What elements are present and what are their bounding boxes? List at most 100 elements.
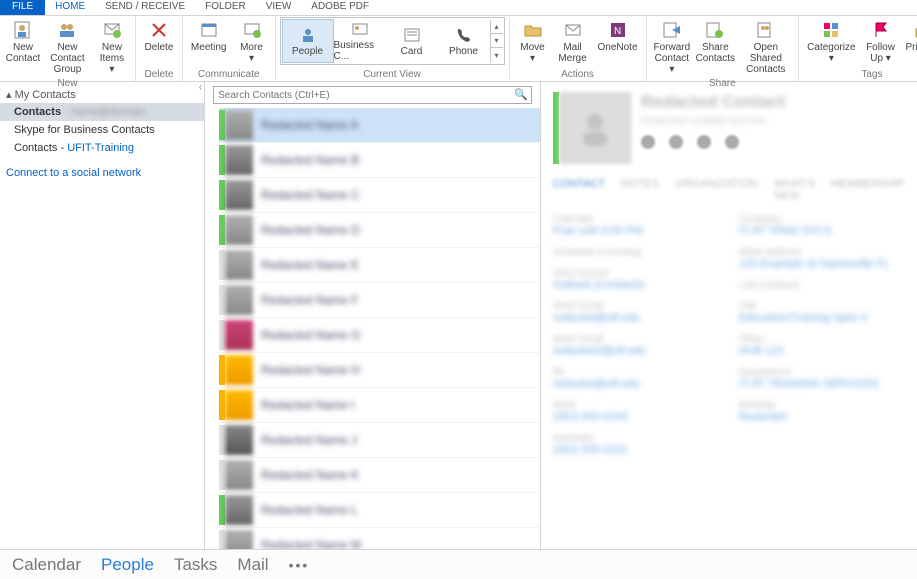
gallery-more[interactable]: ▾ <box>491 48 503 62</box>
contact-row[interactable]: Redacted Name H <box>219 353 540 388</box>
field-value: redacted@ufl.edu <box>553 378 719 390</box>
contact-row[interactable]: Redacted Name E <box>219 248 540 283</box>
search-icon[interactable]: 🔍 <box>514 88 528 101</box>
contact-row[interactable]: Redacted Name C <box>219 178 540 213</box>
tab-folder[interactable]: FOLDER <box>195 0 256 15</box>
card-action-call-icon[interactable] <box>697 135 711 149</box>
contact-name: Redacted Name L <box>261 503 358 517</box>
tab-adobe-pdf[interactable]: ADOBE PDF <box>301 0 379 15</box>
search-contacts-input[interactable] <box>213 86 532 104</box>
contact-card-pane: Redacted Contact Redacted subtitle text … <box>541 82 917 549</box>
tab-view[interactable]: VIEW <box>256 0 302 15</box>
group-delete-label: Delete <box>140 68 178 81</box>
contact-list-pane: 🔍 Redacted Name A Redacted Name B Redact… <box>205 82 541 549</box>
nav-mail[interactable]: Mail <box>237 555 268 575</box>
card-tab[interactable]: WHAT'S NEW <box>774 178 815 202</box>
group-communicate-label: Communicate <box>187 68 271 81</box>
card-field: Assistant(352) 555-0101 <box>553 433 719 456</box>
contact-row[interactable]: Redacted Name L <box>219 493 540 528</box>
search-contacts-wrap: 🔍 <box>213 86 532 104</box>
new-contact-button[interactable]: New Contact <box>4 18 42 77</box>
connect-social-link[interactable]: Connect to a social network <box>0 157 204 189</box>
gallery-arrows: ▴ ▾ ▾ <box>490 20 503 62</box>
field-value: (352) 555-0101 <box>553 444 719 456</box>
view-phone[interactable]: Phone <box>438 19 490 63</box>
contact-list[interactable]: Redacted Name A Redacted Name B Redacted… <box>205 108 540 549</box>
card-tab[interactable]: CONTACT <box>553 178 605 202</box>
field-label: Work Address <box>739 247 905 258</box>
nav-tasks[interactable]: Tasks <box>174 555 217 575</box>
card-field: TitleEducation/Training Spec II <box>739 301 905 324</box>
field-label: IM <box>553 367 719 378</box>
contact-row[interactable]: Redacted Name G <box>219 318 540 353</box>
gallery-down[interactable]: ▾ <box>491 34 503 48</box>
contact-row[interactable]: Redacted Name B <box>219 143 540 178</box>
field-value: IT-AT TRNG SVCS <box>739 225 905 237</box>
move-button[interactable]: Move ▾ <box>514 18 552 66</box>
card-tab[interactable]: ORGANIZATION <box>675 178 758 202</box>
contact-row[interactable]: Redacted Name I <box>219 388 540 423</box>
more-button[interactable]: More ▾ <box>233 18 271 66</box>
field-label: Company <box>739 214 905 225</box>
collapse-folder-pane[interactable]: ‹ <box>199 82 202 93</box>
contact-avatar <box>225 390 253 420</box>
nav-more[interactable]: ••• <box>289 557 310 573</box>
card-col-left: CalendarFree until 6:00 PMSchedule a mee… <box>553 214 719 466</box>
contact-avatar <box>225 495 253 525</box>
card-field: Schedule a meeting <box>553 247 719 258</box>
meeting-button[interactable]: Meeting <box>187 18 231 66</box>
card-field: CompanyIT-AT TRNG SVCS <box>739 214 905 237</box>
view-business-card[interactable]: Business C... <box>334 19 386 63</box>
nav-contacts[interactable]: Contacts - name@domain <box>0 103 204 121</box>
contact-row[interactable]: Redacted Name M <box>219 528 540 549</box>
private-button[interactable]: Private <box>902 18 917 66</box>
nav-calendar[interactable]: Calendar <box>12 555 81 575</box>
contact-avatar <box>225 460 253 490</box>
categorize-button[interactable]: Categorize ▾ <box>803 18 859 66</box>
tab-home[interactable]: HOME <box>45 0 95 15</box>
open-shared-contacts-button[interactable]: Open Shared Contacts <box>737 18 794 77</box>
new-contact-group-button[interactable]: New Contact Group <box>44 18 91 77</box>
card-action-video-icon[interactable] <box>725 135 739 149</box>
new-items-button[interactable]: New Items ▾ <box>93 18 131 77</box>
view-card[interactable]: Card <box>386 19 438 63</box>
mail-merge-button[interactable]: Mail Merge <box>554 18 592 66</box>
contact-row[interactable]: Redacted Name D <box>219 213 540 248</box>
my-contacts-header[interactable]: ▴ My Contacts <box>0 86 204 103</box>
card-field: DepartmentIT-AT TRAINING SERVICES <box>739 367 905 390</box>
contact-row[interactable]: Redacted Name A <box>219 108 540 143</box>
field-label: Link Contacts <box>739 280 905 291</box>
contact-row[interactable]: Redacted Name J <box>219 423 540 458</box>
open-shared-icon <box>756 20 776 40</box>
nav-contacts-ufit[interactable]: Contacts - UFIT-Training <box>0 139 204 157</box>
main-body: ‹ ▴ My Contacts Contacts - name@domain S… <box>0 82 917 549</box>
forward-contact-button[interactable]: Forward Contact ▾ <box>651 18 694 77</box>
share-contacts-button[interactable]: Share Contacts <box>695 18 735 77</box>
tab-send-receive[interactable]: SEND / RECEIVE <box>95 0 195 15</box>
business-card-icon <box>351 20 369 38</box>
card-action-email-icon[interactable] <box>641 135 655 149</box>
nav-skype-contacts[interactable]: Skype for Business Contacts <box>0 121 204 139</box>
delete-button[interactable]: Delete <box>140 18 178 55</box>
card-tab[interactable]: MEMBERSHIP <box>831 178 905 202</box>
view-people[interactable]: People <box>282 19 334 63</box>
contact-row[interactable]: Redacted Name K <box>219 458 540 493</box>
gallery-up[interactable]: ▴ <box>491 20 503 34</box>
contact-name: Redacted Name C <box>261 188 360 202</box>
group-actions: Move ▾ Mail Merge N OneNote Actions <box>510 16 647 81</box>
contact-row[interactable]: Redacted Name F <box>219 283 540 318</box>
new-contact-icon <box>13 20 33 40</box>
field-label: Assistant <box>553 433 719 444</box>
contact-name: Redacted Name D <box>261 223 360 237</box>
onenote-button[interactable]: N OneNote <box>594 18 642 66</box>
follow-up-button[interactable]: Follow Up ▾ <box>862 18 900 66</box>
people-view-icon <box>299 26 317 44</box>
contact-avatar <box>225 180 253 210</box>
contact-name: Redacted Name H <box>261 363 360 377</box>
field-label: Work <box>553 400 719 411</box>
card-action-im-icon[interactable] <box>669 135 683 149</box>
nav-people[interactable]: People <box>101 555 154 575</box>
tab-file[interactable]: FILE <box>0 0 45 15</box>
field-label: Calendar <box>553 214 719 225</box>
card-tab[interactable]: NOTES <box>621 178 659 202</box>
